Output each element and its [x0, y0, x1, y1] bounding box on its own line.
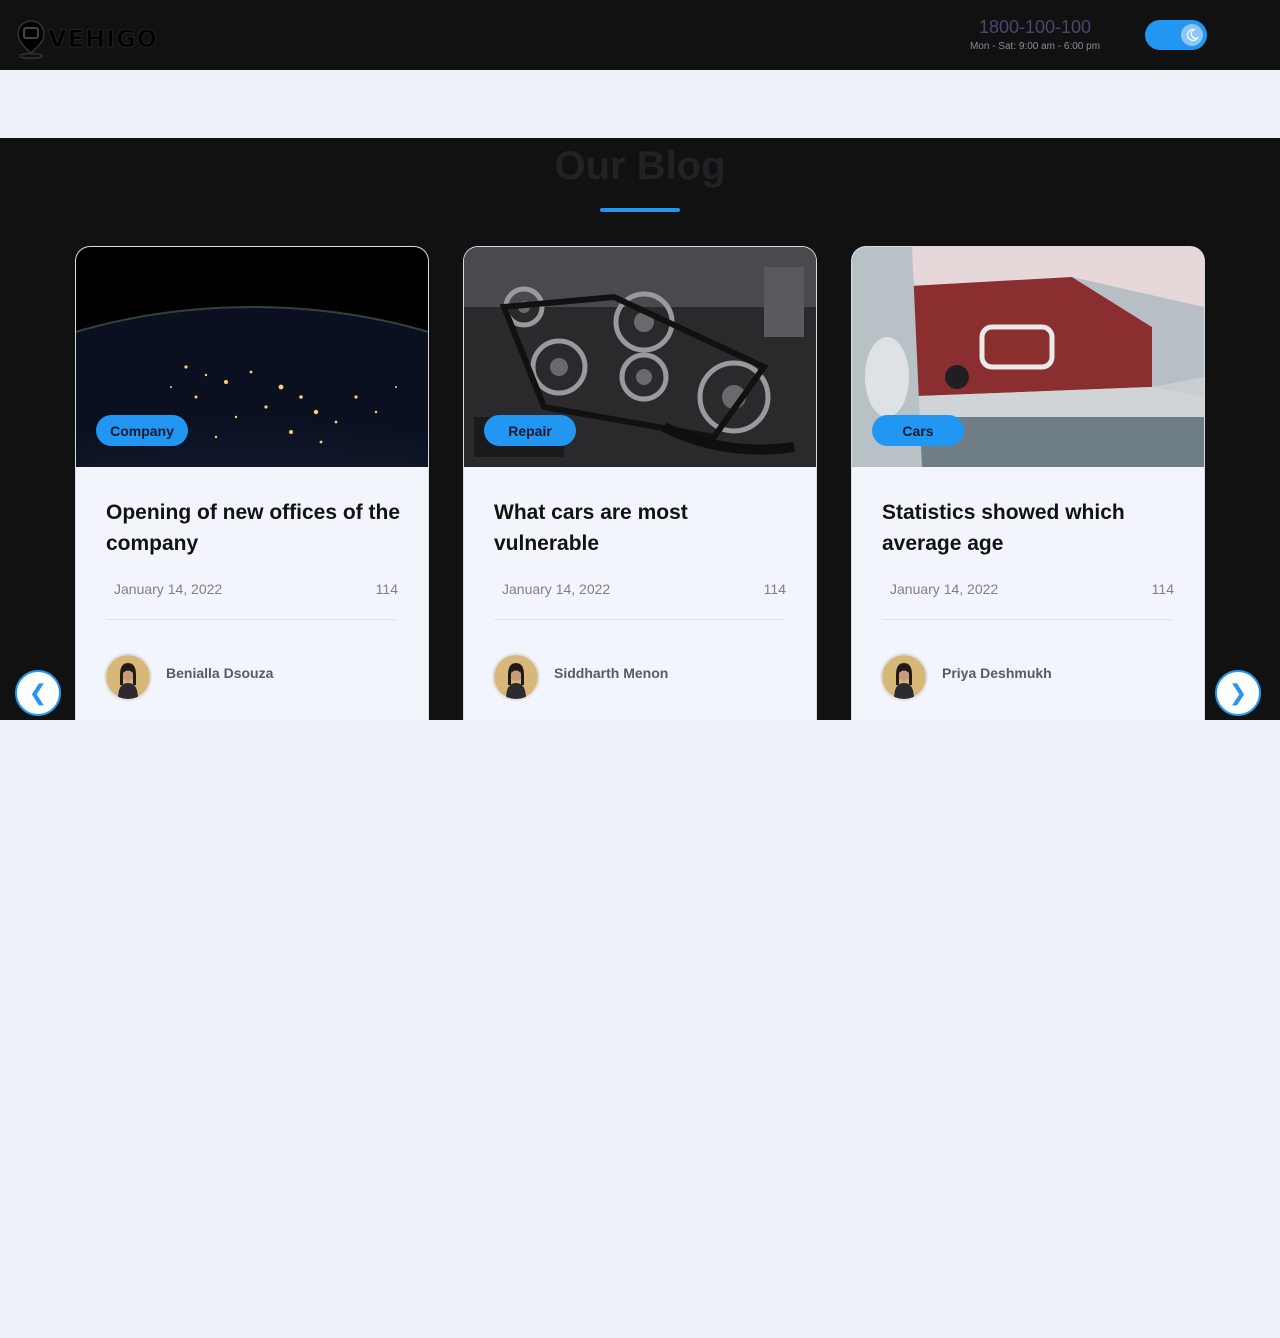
post-image[interactable]: Cars — [852, 247, 1204, 467]
contact-info: 1800-100-100 Mon - Sat: 9:00 am - 6:00 p… — [955, 16, 1115, 52]
site-header: VEHIGO 1800-100-100 Mon - Sat: 9:00 am -… — [0, 0, 1280, 70]
business-hours: Mon - Sat: 9:00 am - 6:00 pm — [969, 41, 1101, 52]
author-photo — [882, 655, 926, 699]
author-photo — [494, 655, 538, 699]
post-title[interactable]: What cars are most vulnerable — [494, 497, 789, 559]
map-pin-car-icon — [17, 20, 45, 59]
category-tag[interactable]: Repair — [484, 415, 576, 446]
category-tag[interactable]: Company — [96, 415, 188, 446]
post-views: 114 — [375, 581, 398, 597]
chevron-left-icon: ❮ — [28, 680, 48, 705]
dark-mode-toggle[interactable] — [1145, 20, 1207, 50]
post-image[interactable]: Repair — [464, 247, 816, 467]
author-name[interactable]: Priya Deshmukh — [942, 665, 1052, 681]
avatar — [494, 655, 538, 699]
card-divider — [494, 619, 784, 620]
card-divider — [106, 619, 396, 620]
post-views: 114 — [1151, 581, 1174, 597]
post-title[interactable]: Statistics showed which average age — [882, 497, 1177, 559]
avatar — [882, 655, 926, 699]
blog-card[interactable]: Cars Statistics showed which average age… — [852, 247, 1204, 720]
blog-section: Our Blog Company Opening of new offices … — [0, 138, 1280, 720]
post-date: January 14, 2022 — [890, 581, 999, 597]
carousel-prev-button[interactable]: ❮ — [15, 670, 61, 716]
author-name[interactable]: Siddharth Menon — [554, 665, 668, 681]
category-tag[interactable]: Cars — [872, 415, 964, 446]
toggle-knob — [1181, 24, 1203, 46]
post-date: January 14, 2022 — [502, 581, 611, 597]
blog-card[interactable]: Company Opening of new offices of the co… — [76, 247, 428, 720]
blog-card[interactable]: Repair What cars are most vulnerable Jan… — [464, 247, 816, 720]
phone-number[interactable]: 1800-100-100 — [955, 16, 1115, 38]
card-divider — [882, 619, 1172, 620]
logo-text: VEHIGO — [47, 25, 159, 54]
chevron-right-icon: ❯ — [1228, 680, 1248, 705]
avatar — [106, 655, 150, 699]
author-photo — [106, 655, 150, 699]
post-image[interactable]: Company — [76, 247, 428, 467]
author-name[interactable]: Benialla Dsouza — [166, 665, 273, 681]
section-title: Our Blog — [554, 144, 726, 188]
post-title[interactable]: Opening of new offices of the company — [106, 497, 401, 559]
carousel-next-button[interactable]: ❯ — [1215, 670, 1261, 716]
moon-icon — [1186, 28, 1199, 42]
post-date: January 14, 2022 — [114, 581, 223, 597]
logo[interactable]: VEHIGO — [16, 18, 158, 60]
title-underline — [600, 208, 680, 212]
post-views: 114 — [763, 581, 786, 597]
